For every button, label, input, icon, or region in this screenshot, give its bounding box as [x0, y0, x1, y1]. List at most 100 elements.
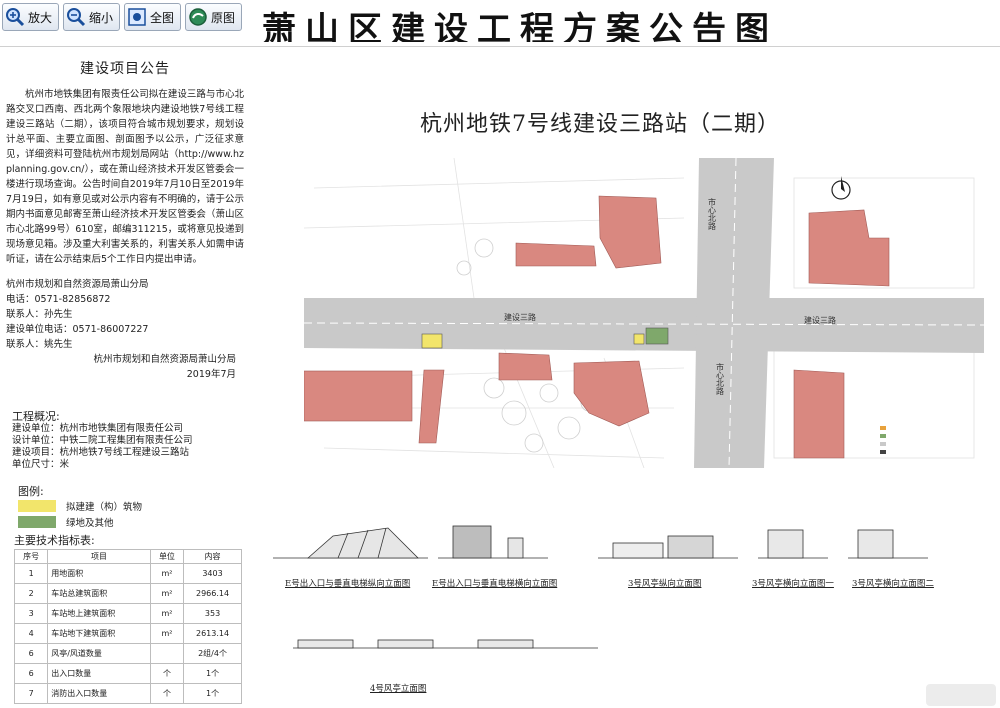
- notice-heading: 建设项目公告: [80, 61, 170, 77]
- project-overview: 工程概况: 建设单位：杭州市地铁集团有限责任公司 设计单位：中铁二院工程集团有限…: [12, 411, 262, 471]
- notice-signature: 杭州市规划和自然资源局萧山分局: [93, 354, 236, 365]
- contact-line: 电话：0571-82856872: [6, 294, 111, 305]
- table-cell: 4: [13, 623, 49, 644]
- original-size-label: 原图: [211, 10, 236, 25]
- table-header: 序号: [13, 549, 49, 564]
- elevation-drawing: [273, 527, 428, 559]
- elevation-drawing: [438, 525, 548, 559]
- overview-line: 单位尺寸：米: [12, 459, 70, 470]
- contact-line: 杭州市规划和自然资源局萧山分局: [6, 279, 149, 290]
- table-cell: m²: [149, 583, 185, 604]
- table-cell: 个: [149, 663, 185, 684]
- notice-body: 杭州市地铁集团有限责任公司拟在建设三路与市心北路交叉口西南、西北两个象限地块内建…: [6, 89, 244, 265]
- table-cell: 车站地下建筑面积: [47, 623, 151, 644]
- overview-title: 工程概况:: [12, 410, 60, 423]
- original-size-button[interactable]: 原图: [185, 3, 243, 31]
- table-cell: 6: [13, 643, 49, 664]
- table-cell: 3403: [183, 563, 242, 584]
- table-row: 4 车站地下建筑面积 m² 2613.14: [13, 623, 242, 644]
- legend-swatch-green: [18, 515, 56, 528]
- building: [498, 352, 553, 381]
- table-cell: 车站总建筑面积: [47, 583, 151, 604]
- proposed-structure: [421, 333, 443, 349]
- project-notice: 建设项目公告 杭州市地铁集团有限责任公司拟在建设三路与市心北路交叉口西南、西北两…: [6, 62, 244, 382]
- elevation-drawing: [598, 535, 738, 559]
- elevation-caption: 3号风亭横向立面图一: [752, 579, 834, 589]
- legend-item: 拟建建（构）筑物: [18, 499, 143, 513]
- table-cell: 用地面积: [47, 563, 151, 584]
- road-label-jianshe: 建设三路: [504, 312, 536, 322]
- legend-swatch-proposed: [18, 499, 56, 512]
- full-view-label: 全图: [150, 10, 175, 25]
- elevation-drawing: [848, 529, 928, 559]
- overview-line: 建设单位：杭州市地铁集团有限责任公司: [12, 423, 184, 434]
- road-shixin: [694, 158, 774, 468]
- table-header-row: 序号 项目 单位 内容: [13, 549, 242, 564]
- divider: [0, 46, 1000, 47]
- table-row: 2 车站总建筑面积 m² 2966.14: [13, 583, 242, 604]
- legend-item: 绿地及其他: [18, 515, 114, 529]
- contact-line: 建设单位电话：0571-86007227: [6, 324, 149, 335]
- table-cell: 6: [13, 663, 49, 684]
- zoom-out-icon: [67, 8, 86, 27]
- contact-line: 联系人：姚先生: [6, 339, 73, 350]
- table-cell: 2组/4个: [183, 643, 242, 664]
- legend-label: 绿地及其他: [66, 517, 114, 529]
- table-header: 单位: [149, 549, 185, 564]
- green-area: [645, 327, 669, 345]
- tech-table-title: 主要技术指标表:: [14, 534, 95, 547]
- tech-table: 序号 项目 单位 内容 1 用地面积 m² 3403 2 车站总建筑面积 m² …: [13, 549, 242, 704]
- site-plan-title: 杭州地铁7号线建设三路站（二期）: [420, 112, 780, 137]
- table-cell: 1个: [183, 683, 242, 704]
- full-view-button[interactable]: 全图: [124, 3, 182, 31]
- table-cell: 7: [13, 683, 49, 704]
- table-row: 1 用地面积 m² 3403: [13, 563, 242, 584]
- zoom-in-icon: [6, 8, 25, 27]
- table-cell: 2: [13, 583, 49, 604]
- road-jianshe: [304, 298, 984, 353]
- elevation-drawings: [273, 525, 928, 649]
- table-cell: 1个: [183, 663, 242, 684]
- table-cell: m²: [149, 563, 185, 584]
- table-row: 6 出入口数量 个 1个: [13, 663, 242, 684]
- road-label-shixin: 市心北路: [716, 362, 725, 395]
- road-label-jianshe: 建设三路: [804, 315, 836, 325]
- elevation-caption: E号出入口与垂直电梯横向立面图: [432, 579, 558, 589]
- site-plan-map[interactable]: 建设三路 建设三路 市心北路 市心北路: [304, 158, 984, 468]
- table-row: 7 消防出入口数量 个 1个: [13, 683, 242, 704]
- proposed-structure: [633, 333, 645, 345]
- overview-line: 设计单位：中铁二院工程集团有限责任公司: [12, 435, 193, 446]
- elevation-caption: 3号风亭纵向立面图: [628, 579, 702, 589]
- road-label-shixin-north: 市心北路: [708, 197, 717, 230]
- table-cell: [149, 643, 185, 664]
- table-cell: 消防出入口数量: [47, 683, 151, 704]
- page-title: 萧山区建设工程方案公告图: [262, 10, 778, 42]
- table-header: 内容: [183, 549, 242, 564]
- zoom-out-button[interactable]: 缩小: [63, 3, 121, 31]
- elevation-drawing: [293, 639, 598, 649]
- table-cell: 353: [183, 603, 242, 624]
- building: [515, 242, 597, 267]
- table-cell: 出入口数量: [47, 663, 151, 684]
- elevation-caption: 4号风亭立面图: [370, 684, 427, 694]
- table-cell: m²: [149, 623, 185, 644]
- table-row: 6 风亭/风道数量 2组/4个: [13, 643, 242, 664]
- full-view-icon: [128, 8, 146, 26]
- table-row: 3 车站地上建筑面积 m² 353: [13, 603, 242, 624]
- toolbar: 放大 缩小 全图 原图: [0, 0, 268, 34]
- table-cell: 3: [13, 603, 49, 624]
- building: [793, 369, 845, 459]
- zoom-in-button[interactable]: 放大: [2, 3, 60, 31]
- table-cell: 车站地上建筑面积: [47, 603, 151, 624]
- table-cell: 风亭/风道数量: [47, 643, 151, 664]
- table-cell: 1: [13, 563, 49, 584]
- table-cell: m²: [149, 603, 185, 624]
- table-cell: 2966.14: [183, 583, 242, 604]
- legend-title: 图例:: [18, 485, 44, 498]
- building: [304, 370, 413, 422]
- table-cell: 2613.14: [183, 623, 242, 644]
- notice-contacts: 杭州市规划和自然资源局萧山分局 电话：0571-82856872 联系人：孙先生…: [6, 277, 244, 352]
- table-header: 项目: [47, 549, 151, 564]
- legend-label: 拟建建（构）筑物: [66, 501, 143, 513]
- overview-line: 建设项目：杭州地铁7号线工程建设三路站: [12, 447, 190, 458]
